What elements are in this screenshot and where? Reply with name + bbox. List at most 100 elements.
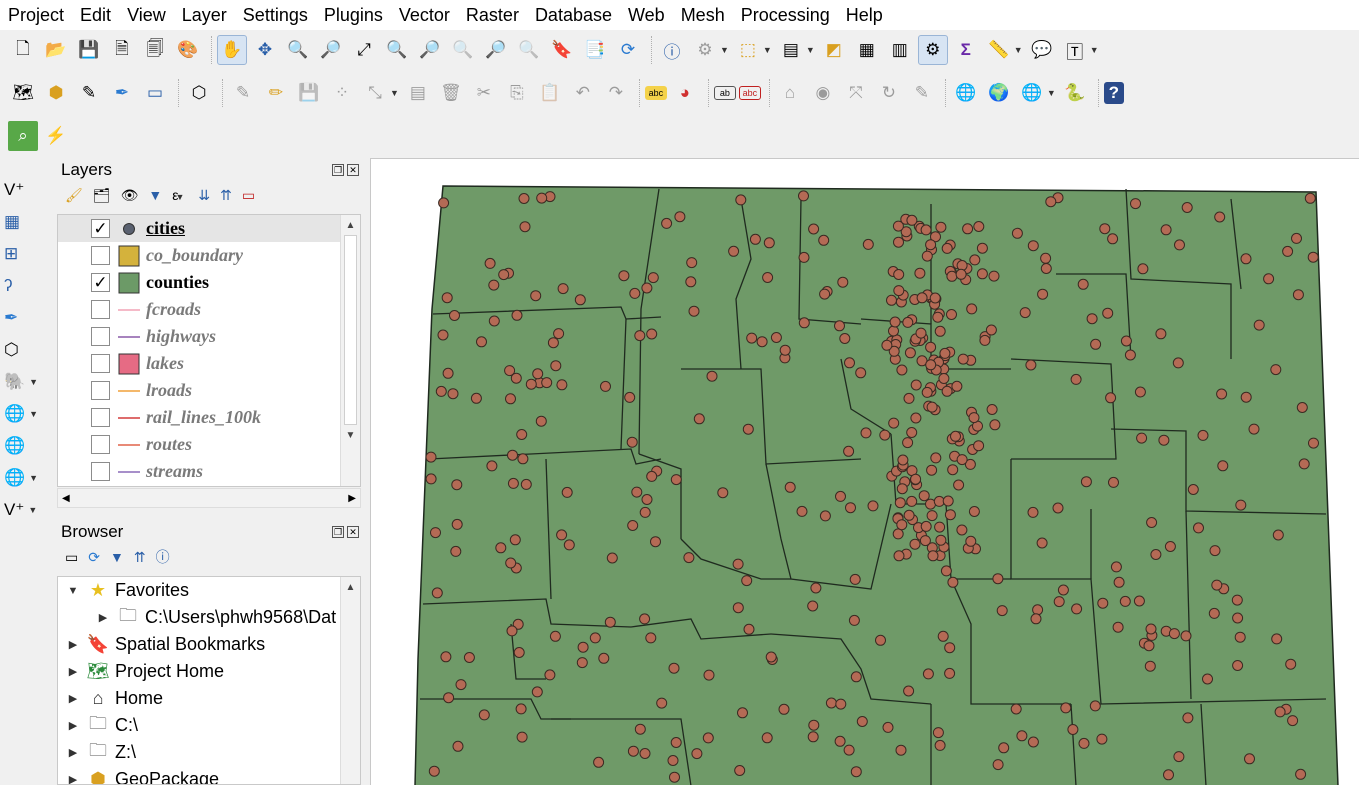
new-spatialite-layer-icon[interactable]: ✒: [107, 78, 137, 108]
menu-web[interactable]: Web: [628, 5, 665, 26]
scroll-right-arrow[interactable]: ▶: [348, 493, 356, 504]
chevron-down-icon[interactable]: ▼: [720, 45, 729, 55]
redo-icon[interactable]: ↷: [601, 78, 631, 108]
add-vector-layer-icon[interactable]: V⁺: [4, 175, 38, 205]
layer-visibility-checkbox[interactable]: [91, 354, 110, 373]
chevron-down-icon[interactable]: ▼: [29, 377, 38, 387]
browser-item[interactable]: ▼ ★ Favorites: [58, 577, 360, 604]
filter-browser-icon[interactable]: ▼: [110, 549, 124, 565]
pan-to-selection-icon[interactable]: ✥: [250, 35, 280, 65]
plugin-tool-icon[interactable]: ⚡: [41, 121, 71, 151]
paste-features-icon[interactable]: 📋: [535, 78, 565, 108]
delete-selected-icon[interactable]: 🗑: [436, 78, 466, 108]
open-project-icon[interactable]: 📂: [41, 35, 71, 65]
layer-visibility-checkbox[interactable]: [91, 300, 110, 319]
label-tool-icon[interactable]: abc: [644, 86, 667, 100]
map-svg[interactable]: [371, 159, 1359, 785]
copy-features-icon[interactable]: ⎘: [502, 78, 532, 108]
menu-plugins[interactable]: Plugins: [324, 5, 383, 26]
layer-row-lakes[interactable]: lakes: [58, 350, 360, 377]
filter-legend-icon[interactable]: ▼: [148, 187, 162, 203]
add-virtual-layer-icon[interactable]: ⬡: [4, 335, 38, 365]
chevron-down-icon[interactable]: ▼: [29, 409, 38, 419]
add-spatialite-layer-icon[interactable]: ✒: [4, 303, 38, 333]
menu-vector[interactable]: Vector: [399, 5, 450, 26]
manage-themes-icon[interactable]: 👁: [121, 187, 139, 204]
scroll-up-arrow[interactable]: ▲: [341, 215, 360, 235]
close-panel-icon[interactable]: ✕: [347, 526, 359, 538]
layer-name[interactable]: highways: [146, 326, 216, 347]
layer-name[interactable]: rail_lines_100k: [146, 407, 261, 428]
browser-item[interactable]: ▶ ⌂ Home: [58, 685, 360, 712]
python-console-icon[interactable]: 🐍: [1060, 78, 1090, 108]
layer-name[interactable]: lroads: [146, 380, 192, 401]
chevron-down-icon[interactable]: ▼: [806, 45, 815, 55]
metasearch-icon[interactable]: 🌐: [951, 78, 981, 108]
show-hide-labels-icon[interactable]: ◉: [808, 78, 838, 108]
chevron-down-icon[interactable]: ▼: [1014, 45, 1023, 55]
layer-row-highways[interactable]: highways: [58, 323, 360, 350]
digitize-icon[interactable]: ⬡: [184, 78, 214, 108]
layer-visibility-checkbox[interactable]: ✓: [91, 219, 110, 238]
refresh-icon[interactable]: ⟳: [88, 549, 100, 566]
properties-icon[interactable]: ⓘ: [156, 547, 170, 567]
layer-visibility-checkbox[interactable]: [91, 435, 110, 454]
layer-row-counties[interactable]: ✓ counties: [58, 269, 360, 296]
processing-toolbox-icon[interactable]: ⚙: [917, 35, 948, 65]
layer-row-lroads[interactable]: lroads: [58, 377, 360, 404]
chevron-right-icon[interactable]: ▶: [66, 638, 80, 651]
vertex-tool-icon[interactable]: ⤡: [360, 78, 390, 108]
field-calculator-icon[interactable]: ▥: [885, 35, 915, 65]
layer-name[interactable]: cities: [146, 218, 185, 239]
add-delimited-text-icon[interactable]: ʔ: [4, 271, 38, 301]
data-source-manager-icon[interactable]: 🗺: [8, 78, 38, 108]
chevron-right-icon[interactable]: ▶: [66, 719, 80, 732]
menu-database[interactable]: Database: [535, 5, 612, 26]
layer-name[interactable]: lakes: [146, 353, 184, 374]
diagram-tool-icon[interactable]: ◕: [670, 78, 700, 108]
refresh-icon[interactable]: ⟳: [613, 35, 643, 65]
quickmapservices-search-icon[interactable]: 🌍: [984, 78, 1014, 108]
zoom-full-icon[interactable]: ⤢: [349, 35, 379, 65]
layer-name[interactable]: counties: [146, 272, 209, 293]
zoom-last-icon[interactable]: 🔎: [481, 35, 511, 65]
browser-item[interactable]: ▶ 🗺 Project Home: [58, 658, 360, 685]
add-feature-icon[interactable]: ⁘: [327, 78, 357, 108]
layer-row-fcroads[interactable]: fcroads: [58, 296, 360, 323]
float-panel-icon[interactable]: ❐: [332, 526, 344, 538]
layer-visibility-checkbox[interactable]: [91, 462, 110, 481]
browser-item[interactable]: ▶ ⬢ GeoPackage: [58, 766, 360, 784]
menu-layer[interactable]: Layer: [182, 5, 227, 26]
scroll-up-arrow[interactable]: ▲: [341, 577, 360, 597]
close-panel-icon[interactable]: ✕: [347, 164, 359, 176]
select-features-icon[interactable]: ⬚: [733, 35, 763, 65]
move-label-icon[interactable]: ⤧: [841, 78, 871, 108]
layer-visibility-checkbox[interactable]: [91, 408, 110, 427]
menu-raster[interactable]: Raster: [466, 5, 519, 26]
layers-scrollbar[interactable]: ▲ ▼: [340, 215, 360, 486]
current-edits-icon[interactable]: ✎: [228, 78, 258, 108]
layer-row-routes[interactable]: routes: [58, 431, 360, 458]
filter-by-expression-icon[interactable]: ε▼: [172, 187, 188, 203]
new-geopackage-layer-icon[interactable]: ⬢: [41, 78, 71, 108]
chevron-down-icon[interactable]: ▼: [29, 473, 38, 483]
new-bookmark-icon[interactable]: 🔖: [547, 35, 577, 65]
chevron-right-icon[interactable]: ▶: [66, 746, 80, 759]
map-tips-icon[interactable]: 💬: [1027, 35, 1057, 65]
add-wcs-layer-icon[interactable]: 🌐 ▼: [4, 463, 38, 493]
add-mesh-layer-icon[interactable]: ⊞: [4, 239, 38, 269]
chevron-down-icon[interactable]: ▼: [1047, 88, 1056, 98]
pin-labels-icon[interactable]: ⌂: [775, 78, 805, 108]
unplaced-labels-icon[interactable]: abc: [738, 86, 761, 100]
add-group-icon[interactable]: 🗂: [93, 187, 111, 204]
collapse-all-icon[interactable]: ⇈: [134, 549, 146, 566]
layer-visibility-checkbox[interactable]: [91, 246, 110, 265]
new-print-layout-icon[interactable]: 🗎: [107, 35, 137, 65]
layer-name[interactable]: routes: [146, 434, 192, 455]
select-by-value-icon[interactable]: ▤: [776, 35, 806, 65]
help-icon[interactable]: ?: [1103, 82, 1124, 104]
layout-manager-icon[interactable]: 🗐: [140, 35, 170, 65]
chevron-down-icon[interactable]: ▼: [390, 88, 399, 98]
layer-name[interactable]: co_boundary: [146, 245, 243, 266]
text-annotation-icon[interactable]: 🅃: [1060, 35, 1090, 65]
